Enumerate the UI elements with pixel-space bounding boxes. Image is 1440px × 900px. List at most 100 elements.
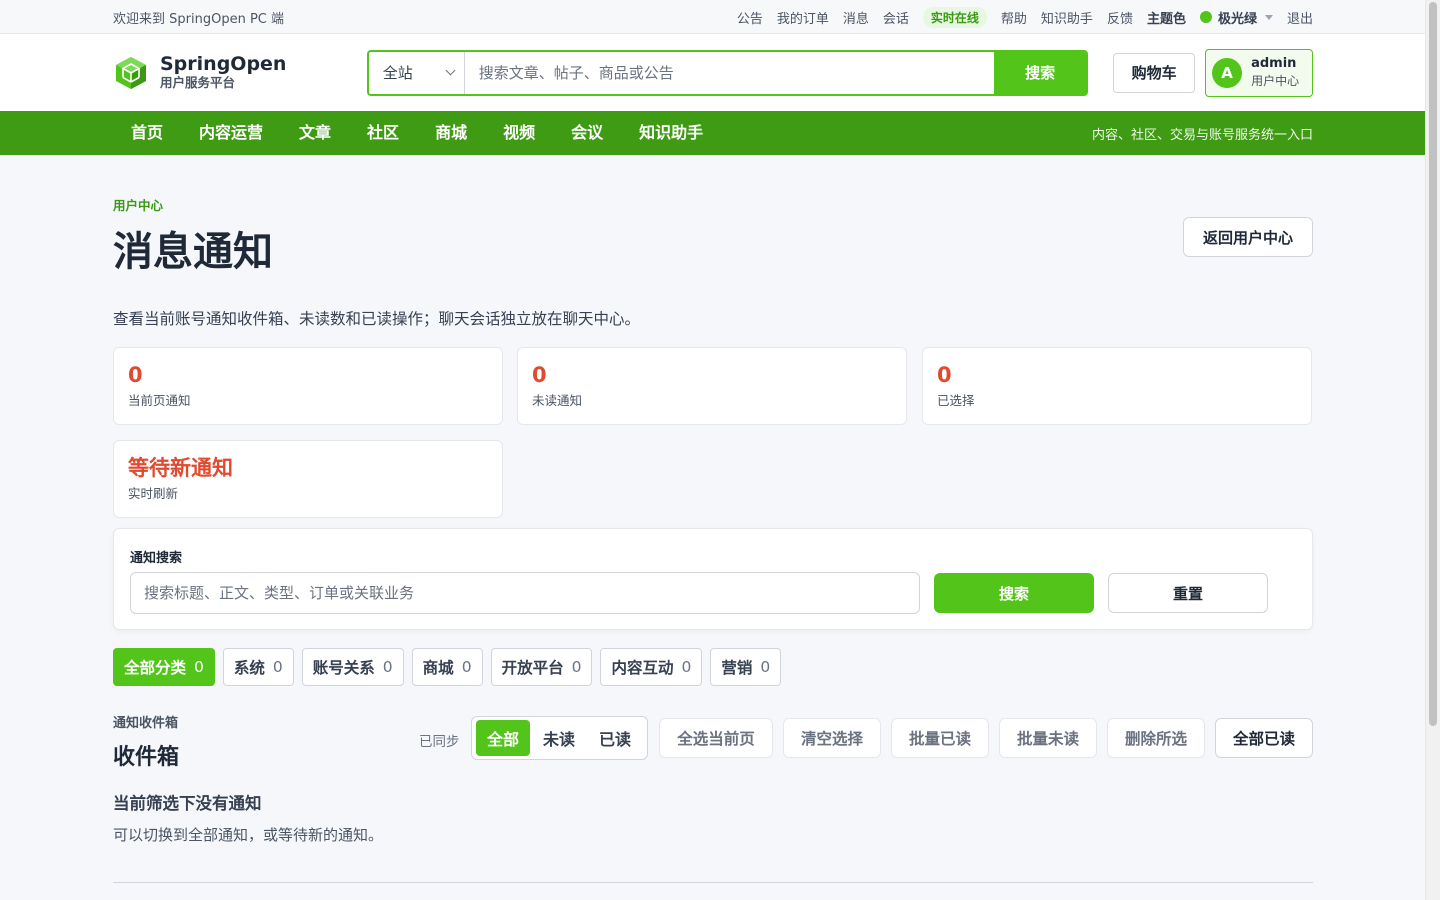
category-tab-content[interactable]: 内容互动 0 bbox=[600, 648, 703, 686]
user-name: admin bbox=[1251, 55, 1297, 71]
notification-search-button[interactable]: 搜索 bbox=[934, 573, 1094, 613]
main-nav: 首页 内容运营 文章 社区 商城 视频 会议 知识助手 内容、社区、交易与账号服… bbox=[0, 111, 1440, 155]
user-center-label: 用户中心 bbox=[1251, 73, 1300, 88]
stat-card-realtime: 等待新通知 实时刷新 bbox=[113, 440, 503, 518]
read-filter-segment: 全部 未读 已读 bbox=[471, 716, 648, 760]
stat-card-selected: 0 已选择 bbox=[922, 347, 1312, 425]
category-tab-account[interactable]: 账号关系 0 bbox=[301, 648, 404, 686]
help-link[interactable]: 帮助 bbox=[1001, 8, 1027, 27]
theme-select[interactable]: 极光绿 bbox=[1199, 8, 1273, 27]
stat-value: 0 bbox=[937, 363, 952, 387]
nav-tagline: 内容、社区、交易与账号服务统一入口 bbox=[1091, 127, 1313, 143]
cart-button[interactable]: 购物车 bbox=[1113, 52, 1196, 93]
global-search: 全站 搜索 bbox=[366, 49, 1089, 96]
logout-link[interactable]: 退出 bbox=[1287, 8, 1313, 27]
search-scope-select[interactable]: 全站 bbox=[369, 51, 465, 94]
nav-item-community[interactable]: 社区 bbox=[349, 111, 417, 155]
category-count: 0 bbox=[681, 658, 692, 676]
online-status-badge: 实时在线 bbox=[922, 6, 987, 28]
caret-down-icon bbox=[1264, 14, 1273, 20]
nav-item-video[interactable]: 视频 bbox=[485, 111, 553, 155]
logo-subtitle: 用户服务平台 bbox=[160, 75, 236, 90]
stat-card-page-notifications: 0 当前页通知 bbox=[113, 347, 503, 425]
welcome-text: 欢迎来到 SpringOpen PC 端 bbox=[113, 11, 284, 27]
batch-unread-button[interactable]: 批量未读 bbox=[999, 718, 1097, 758]
stat-value: 0 bbox=[532, 363, 547, 387]
category-count: 0 bbox=[461, 658, 472, 676]
avatar: A bbox=[1212, 57, 1243, 88]
delete-selected-button[interactable]: 删除所选 bbox=[1107, 718, 1205, 758]
category-label: 系统 bbox=[233, 659, 265, 677]
scrollbar-thumb[interactable] bbox=[1429, 2, 1437, 726]
nav-item-assistant[interactable]: 知识助手 bbox=[621, 111, 721, 155]
search-scope-value: 全站 bbox=[382, 64, 413, 82]
category-tab-open-platform[interactable]: 开放平台 0 bbox=[490, 648, 593, 686]
nav-item-home[interactable]: 首页 bbox=[113, 111, 181, 155]
segment-read[interactable]: 已读 bbox=[588, 720, 642, 756]
nav-item-content-ops[interactable]: 内容运营 bbox=[181, 111, 281, 155]
logo-title: SpringOpen bbox=[160, 53, 287, 75]
theme-value: 极光绿 bbox=[1217, 11, 1257, 27]
category-label: 内容互动 bbox=[611, 659, 674, 677]
category-count: 0 bbox=[571, 658, 582, 676]
category-label: 开放平台 bbox=[501, 659, 564, 677]
logo[interactable]: SpringOpen 用户服务平台 bbox=[113, 54, 367, 91]
stat-card-unread: 0 未读通知 bbox=[517, 347, 907, 425]
theme-color-dot-icon bbox=[1199, 11, 1212, 23]
reset-button[interactable]: 重置 bbox=[1108, 573, 1268, 613]
feedback-link[interactable]: 反馈 bbox=[1107, 8, 1133, 27]
nav-item-meeting[interactable]: 会议 bbox=[553, 111, 621, 155]
category-count: 0 bbox=[272, 658, 283, 676]
category-tabs: 全部分类 0 系统 0 账号关系 0 商城 0 开放平台 0 内容互动 0 营销 0 bbox=[113, 648, 782, 686]
page-title: 消息通知 bbox=[113, 229, 273, 275]
empty-state-description: 可以切换到全部通知，或等待新的通知。 bbox=[113, 826, 384, 844]
stat-value: 等待新通知 bbox=[128, 456, 233, 480]
select-page-button[interactable]: 全选当前页 bbox=[659, 718, 773, 758]
top-links: 公告 我的订单 消息 会话 实时在线 帮助 知识助手 反馈 主题色 极光绿 退出 bbox=[737, 6, 1313, 28]
orders-link[interactable]: 我的订单 bbox=[777, 8, 829, 27]
segment-all[interactable]: 全部 bbox=[476, 720, 530, 756]
stat-label: 已选择 bbox=[937, 393, 975, 408]
page-scrollbar[interactable] bbox=[1425, 0, 1440, 900]
assistant-link[interactable]: 知识助手 bbox=[1041, 8, 1093, 27]
search-button[interactable]: 搜索 bbox=[994, 51, 1087, 94]
sync-status: 已同步 bbox=[419, 734, 460, 750]
nav-item-articles[interactable]: 文章 bbox=[281, 111, 349, 155]
category-label: 商城 bbox=[422, 659, 454, 677]
messages-link[interactable]: 消息 bbox=[843, 8, 869, 27]
announcements-link[interactable]: 公告 bbox=[737, 8, 763, 27]
category-count: 0 bbox=[382, 658, 393, 676]
batch-read-button[interactable]: 批量已读 bbox=[891, 718, 989, 758]
inbox-title: 收件箱 bbox=[113, 745, 180, 770]
chevron-down-icon bbox=[445, 65, 456, 76]
search-input[interactable] bbox=[464, 51, 995, 94]
nav-item-mall[interactable]: 商城 bbox=[417, 111, 485, 155]
chat-link[interactable]: 会话 bbox=[883, 8, 909, 27]
empty-state-title: 当前筛选下没有通知 bbox=[113, 794, 262, 813]
category-tab-marketing[interactable]: 营销 0 bbox=[710, 648, 782, 686]
header: SpringOpen 用户服务平台 全站 搜索 购物车 A admin 用户中心 bbox=[0, 34, 1440, 111]
category-count: 0 bbox=[194, 658, 204, 676]
category-label: 全部分类 bbox=[124, 659, 187, 677]
back-to-user-center-button[interactable]: 返回用户中心 bbox=[1183, 217, 1313, 257]
page-description: 查看当前账号通知收件箱、未读数和已读操作；聊天会话独立放在聊天中心。 bbox=[113, 310, 641, 328]
segment-unread[interactable]: 未读 bbox=[532, 720, 586, 756]
category-tab-all[interactable]: 全部分类 0 bbox=[113, 648, 215, 686]
stat-label: 实时刷新 bbox=[128, 486, 179, 501]
notification-search-input[interactable] bbox=[130, 572, 920, 614]
category-label: 营销 bbox=[721, 659, 753, 677]
stat-label: 当前页通知 bbox=[128, 393, 191, 408]
category-tab-system[interactable]: 系统 0 bbox=[222, 648, 294, 686]
breadcrumb[interactable]: 用户中心 bbox=[113, 195, 163, 214]
filter-label: 通知搜索 bbox=[130, 551, 183, 566]
user-center-button[interactable]: A admin 用户中心 bbox=[1205, 48, 1313, 97]
cube-logo-icon bbox=[116, 56, 146, 89]
stat-value: 0 bbox=[128, 363, 143, 387]
mark-all-read-button[interactable]: 全部已读 bbox=[1215, 718, 1313, 758]
divider bbox=[113, 882, 1313, 883]
category-tab-mall[interactable]: 商城 0 bbox=[411, 648, 483, 686]
inbox-eyebrow: 通知收件箱 bbox=[113, 716, 179, 731]
clear-selection-button[interactable]: 清空选择 bbox=[783, 718, 881, 758]
theme-label: 主题色 bbox=[1146, 11, 1186, 27]
category-count: 0 bbox=[760, 658, 771, 676]
